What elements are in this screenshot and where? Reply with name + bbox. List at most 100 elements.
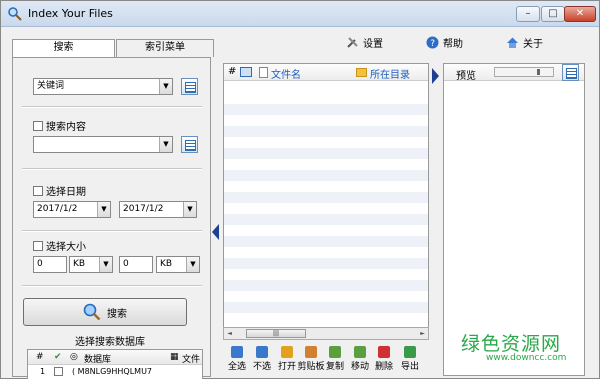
- preview-toggle-button[interactable]: [562, 64, 579, 81]
- export-button[interactable]: 导出: [398, 343, 422, 372]
- db-col-name[interactable]: 数据库: [84, 352, 111, 365]
- select-size-checkbox[interactable]: 选择大小: [33, 238, 86, 253]
- select-none-label: 不选: [252, 362, 271, 372]
- list-item: [224, 170, 428, 181]
- delete-button[interactable]: 删除: [372, 343, 396, 372]
- window-title: Index Your Files: [28, 7, 113, 20]
- copy-label: 复制: [325, 362, 344, 372]
- select-date-checkbox[interactable]: 选择日期: [33, 183, 86, 198]
- chevron-down-icon[interactable]: ▼: [183, 202, 196, 217]
- horizontal-scrollbar[interactable]: ◄ ||| ►: [223, 327, 429, 340]
- search-button[interactable]: 搜索: [23, 298, 187, 326]
- db-col-files[interactable]: 文件: [182, 352, 200, 365]
- select-none-icon: [256, 346, 268, 358]
- help-menu[interactable]: ? 帮助: [426, 35, 463, 50]
- content-combo[interactable]: ▼: [33, 136, 173, 153]
- list-item: [224, 148, 428, 159]
- select-date-label: 选择日期: [46, 187, 86, 198]
- preview-zoom-slider[interactable]: [494, 67, 554, 77]
- watermark-text: 绿色资源网: [461, 333, 562, 355]
- results-list[interactable]: # 文件名 所在目录: [223, 63, 429, 340]
- help-icon: ?: [426, 36, 439, 49]
- copy-icon: [329, 346, 341, 358]
- search-button-label: 搜索: [107, 308, 127, 320]
- chevron-down-icon[interactable]: ▼: [159, 79, 172, 94]
- keyword-list-button[interactable]: [181, 78, 198, 95]
- database-icon: ◎: [70, 352, 78, 362]
- scrollbar-thumb[interactable]: |||: [246, 329, 306, 338]
- select-none-button[interactable]: 不选: [250, 343, 274, 372]
- tab-search-label: 搜索: [53, 42, 74, 53]
- results-col-num[interactable]: #: [228, 66, 236, 77]
- clipboard-button[interactable]: 剪贴板: [297, 343, 325, 372]
- list-item: [224, 192, 428, 203]
- open-button[interactable]: 打开: [275, 343, 299, 372]
- watermark-url: www.downcc.com: [486, 353, 567, 363]
- divider: [22, 168, 202, 170]
- date-to-value: 2017/1/2: [123, 204, 164, 214]
- collapse-left-arrow-icon[interactable]: [211, 223, 220, 241]
- slider-knob[interactable]: [537, 69, 540, 75]
- file-icon: [259, 67, 268, 78]
- checkbox-box[interactable]: [33, 185, 43, 196]
- help-label: 帮助: [443, 39, 463, 50]
- preview-header: 预览: [444, 64, 584, 82]
- delete-icon: [378, 346, 390, 358]
- delete-label: 删除: [374, 362, 393, 372]
- close-button[interactable]: ✕: [564, 6, 596, 22]
- magnifier-icon: [83, 303, 101, 321]
- date-from-picker[interactable]: 2017/1/2 ▼: [33, 201, 111, 218]
- tab-index-menu[interactable]: 索引菜单: [116, 39, 214, 57]
- open-folder-icon: [281, 346, 293, 358]
- table-row[interactable]: 1 ( M8NLG9HHQLMU7: [28, 365, 202, 379]
- size-min-input[interactable]: 0: [33, 256, 67, 273]
- move-button[interactable]: 移动: [348, 343, 372, 372]
- scroll-right-icon[interactable]: ►: [417, 328, 428, 339]
- chevron-down-icon[interactable]: ▼: [186, 257, 199, 272]
- db-row-num: 1: [40, 367, 46, 376]
- checkbox-box[interactable]: [33, 240, 43, 251]
- scroll-left-icon[interactable]: ◄: [224, 328, 235, 339]
- preview-label: 预览: [456, 71, 476, 82]
- select-all-button[interactable]: 全选: [225, 343, 249, 372]
- chevron-down-icon[interactable]: ▼: [97, 202, 110, 217]
- divider: [22, 285, 202, 287]
- settings-menu[interactable]: 设置: [346, 35, 383, 50]
- list-item: [224, 214, 428, 225]
- clipboard-label: 剪贴板: [297, 362, 325, 372]
- size-min-unit[interactable]: KB ▼: [69, 256, 113, 273]
- list-item: [224, 126, 428, 137]
- content-list-button[interactable]: [181, 136, 198, 153]
- about-menu[interactable]: 关于: [506, 35, 543, 50]
- view-icon[interactable]: [240, 67, 252, 77]
- keyword-combo[interactable]: 关键词 ▼: [33, 78, 173, 95]
- check-icon: ✔: [54, 352, 62, 362]
- db-col-num[interactable]: #: [36, 352, 44, 362]
- minimize-button[interactable]: –: [516, 6, 540, 22]
- results-col-dir[interactable]: 所在目录: [370, 66, 410, 81]
- search-content-checkbox[interactable]: 搜索内容: [33, 118, 86, 133]
- size-min-value: 0: [37, 259, 43, 269]
- home-icon: [507, 37, 518, 48]
- copy-button[interactable]: 复制: [323, 343, 347, 372]
- results-col-filename[interactable]: 文件名: [271, 66, 301, 81]
- divider: [22, 230, 202, 232]
- magnifier-app-icon: [8, 7, 22, 21]
- checkbox-box[interactable]: [33, 120, 43, 131]
- list-item: [224, 258, 428, 269]
- collapse-right-arrow-icon[interactable]: [431, 67, 440, 85]
- size-max-input[interactable]: 0: [119, 256, 153, 273]
- export-label: 导出: [400, 362, 419, 372]
- title-bar[interactable]: Index Your Files – □ ✕: [1, 1, 599, 27]
- size-max-unit[interactable]: KB ▼: [156, 256, 200, 273]
- chevron-down-icon[interactable]: ▼: [159, 137, 172, 152]
- db-select-title: 选择搜索数据库: [75, 337, 145, 348]
- date-to-picker[interactable]: 2017/1/2 ▼: [119, 201, 197, 218]
- open-label: 打开: [277, 362, 296, 372]
- maximize-button[interactable]: □: [541, 6, 565, 22]
- size-min-unit-value: KB: [73, 259, 86, 269]
- chevron-down-icon[interactable]: ▼: [99, 257, 112, 272]
- list-item: [224, 236, 428, 247]
- db-row-checkbox[interactable]: [54, 367, 63, 376]
- tab-search[interactable]: 搜索: [12, 39, 115, 58]
